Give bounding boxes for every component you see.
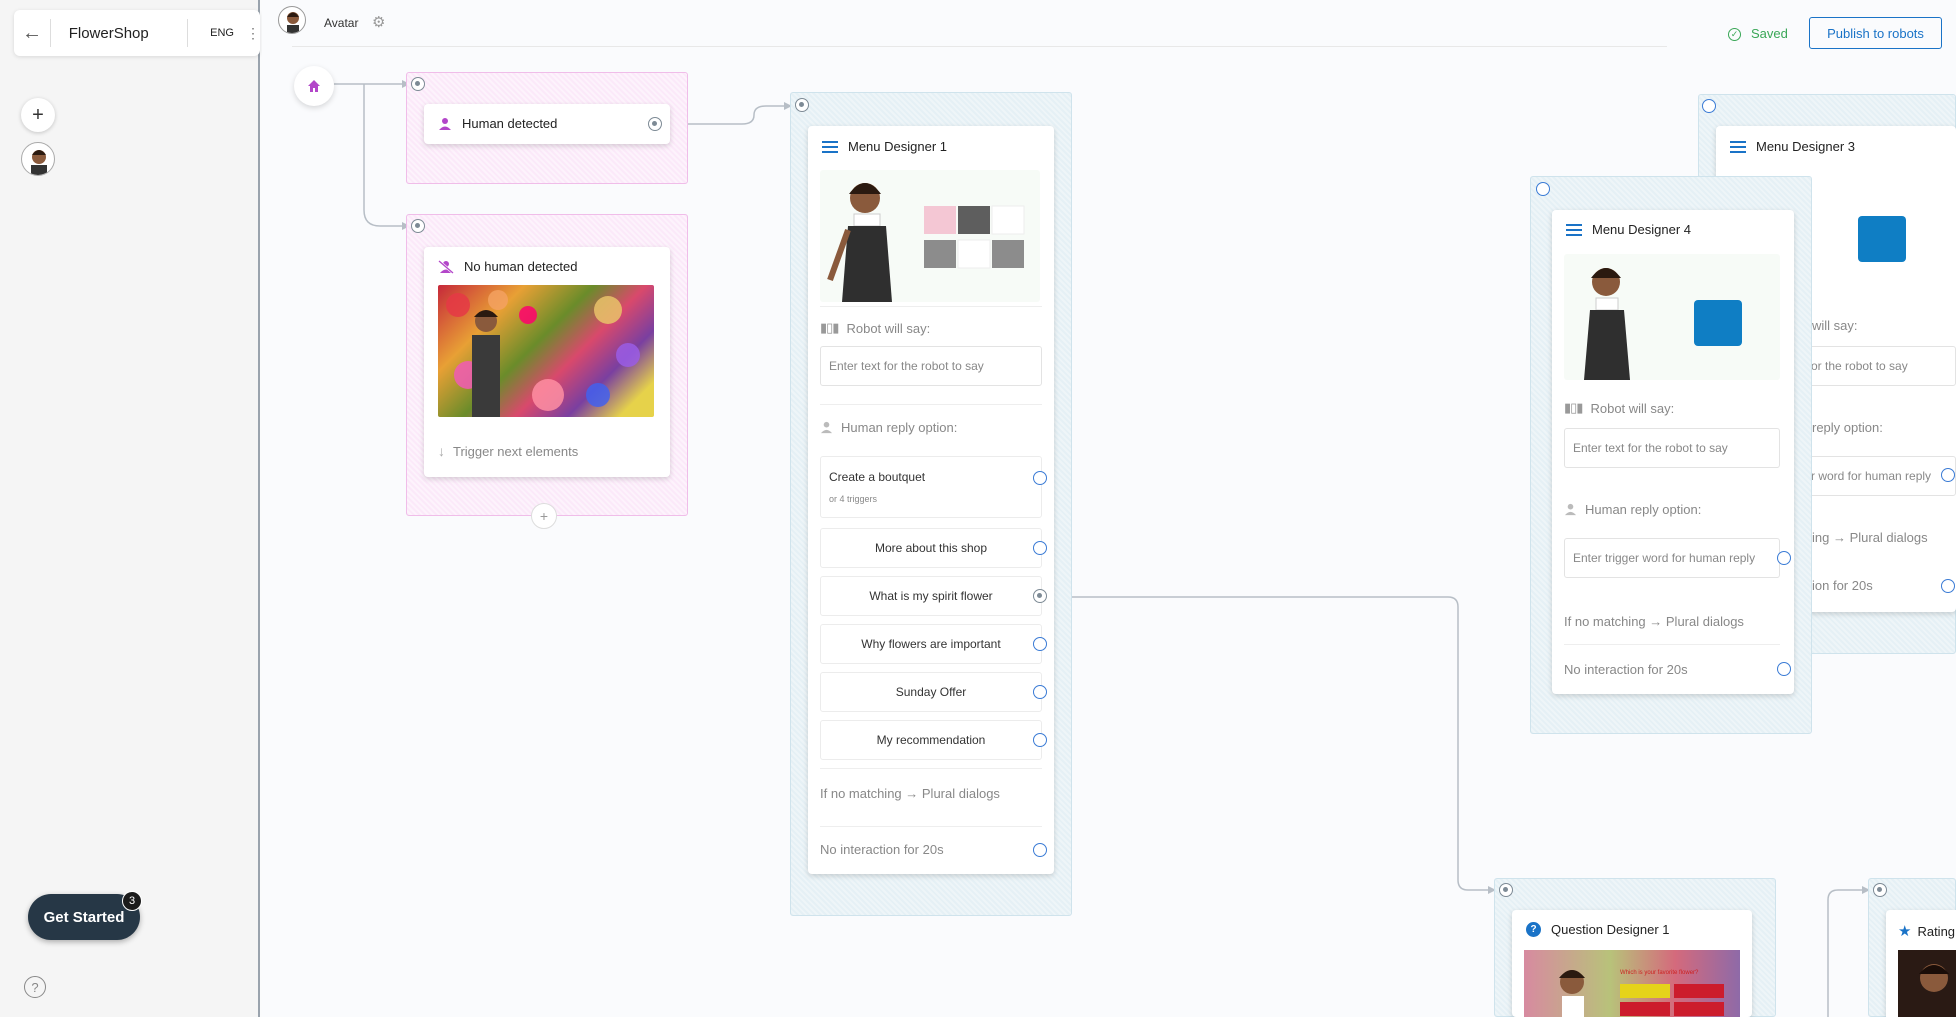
- human-detected-card[interactable]: Human detected: [424, 104, 670, 144]
- reply-option-label: What is my spirit flower: [869, 589, 993, 603]
- output-port[interactable]: [648, 117, 662, 131]
- back-arrow-icon[interactable]: ←: [14, 22, 50, 45]
- question-preview: Which is your favorite flower?: [1524, 950, 1740, 1017]
- language-selector[interactable]: ENG: [188, 27, 234, 39]
- menu4-title: Menu Designer 4: [1592, 222, 1691, 237]
- reply-option-label: Why flowers are important: [861, 637, 1001, 651]
- output-port[interactable]: [1033, 637, 1047, 651]
- output-port[interactable]: [1033, 589, 1047, 603]
- reply-option-label: My recommendation: [876, 733, 986, 747]
- output-port[interactable]: [1941, 468, 1955, 482]
- question-icon: ?: [1526, 922, 1541, 937]
- trigger-next[interactable]: ↓ Trigger next elements: [438, 443, 578, 459]
- output-port[interactable]: [1033, 685, 1047, 699]
- sidebar: + Get Started 3 ?: [0, 0, 260, 1017]
- menu-icon: [1730, 140, 1746, 153]
- human-detected-title: Human detected: [462, 116, 558, 131]
- question1-title: Question Designer 1: [1551, 922, 1670, 937]
- menu4-preview-block: [1694, 300, 1742, 346]
- app-header: ← FlowerShop ENG ⋮: [14, 10, 260, 56]
- no-human-title: No human detected: [464, 259, 578, 274]
- reply-option[interactable]: Create a boutquet or 4 triggers: [820, 456, 1042, 518]
- reply-option[interactable]: What is my spirit flower: [820, 576, 1042, 616]
- reply-option[interactable]: Sunday Offer: [820, 672, 1042, 712]
- flow-canvas[interactable]: Avatar ⚙ ✓ Saved Publish to robots Human…: [262, 0, 1956, 1017]
- no-interaction-label: No interaction for 20s: [1564, 662, 1688, 677]
- menu-designer-1-card[interactable]: Menu Designer 1 ▮▯▮ Robot will say: Ente…: [808, 126, 1054, 874]
- sound-wave-icon: ▮▯▮: [820, 320, 839, 335]
- menu4-preview: [1564, 254, 1780, 380]
- input-port[interactable]: [1873, 883, 1887, 897]
- sound-wave-icon: ▮▯▮: [1564, 400, 1583, 415]
- flower-shop-image: [438, 285, 654, 417]
- no-match-link[interactable]: If no matching → Plural dialogs: [820, 786, 1000, 801]
- output-port[interactable]: [1033, 733, 1047, 747]
- menu3-title: Menu Designer 3: [1756, 139, 1855, 154]
- no-interaction-label: No interaction for 20s: [820, 842, 944, 857]
- app-name: FlowerShop: [68, 24, 149, 42]
- kebab-menu-icon[interactable]: ⋮: [246, 25, 260, 42]
- menu-icon: [822, 140, 838, 153]
- person-icon: [439, 117, 451, 130]
- reply-option-label: Sunday Offer: [895, 685, 967, 699]
- reply-option[interactable]: More about this shop: [820, 528, 1042, 568]
- reply-option-subtext: or 4 triggers: [829, 494, 878, 504]
- input-port[interactable]: [1499, 883, 1513, 897]
- menu1-title: Menu Designer 1: [848, 139, 947, 154]
- help-icon[interactable]: ?: [24, 976, 46, 998]
- human-reply-label: Human reply option:: [820, 420, 957, 435]
- reply-option-label: More about this shop: [874, 541, 988, 555]
- input-port[interactable]: [411, 77, 425, 91]
- robot-say-label: ▮▯▮ Robot will say:: [1564, 400, 1675, 416]
- menu-designer-4-card[interactable]: Menu Designer 4 ▮▯▮ Robot will say: Ente…: [1552, 210, 1794, 694]
- output-port[interactable]: [1033, 471, 1047, 485]
- trigger-next-label: Trigger next elements: [453, 443, 579, 459]
- input-port[interactable]: [795, 98, 809, 112]
- reply-option[interactable]: Why flowers are important: [820, 624, 1042, 664]
- get-started-label: Get Started: [43, 908, 125, 926]
- output-port[interactable]: [1033, 541, 1047, 555]
- menu-icon: [1566, 223, 1582, 236]
- rating-title: Rating: [1917, 923, 1956, 939]
- person-icon: [820, 421, 833, 434]
- avatar-thumb[interactable]: [21, 142, 55, 176]
- star-icon: ★: [1898, 923, 1912, 940]
- trigger-word-input[interactable]: Enter trigger word for human reply: [1564, 538, 1780, 578]
- reply-option[interactable]: My recommendation: [820, 720, 1042, 760]
- human-reply-label: Human reply option:: [1564, 502, 1701, 517]
- output-port[interactable]: [1777, 662, 1791, 676]
- no-person-icon: [438, 259, 454, 274]
- person-icon: [1564, 503, 1577, 516]
- rating-preview: [1898, 950, 1956, 1017]
- input-port[interactable]: [411, 219, 425, 233]
- input-port[interactable]: [1702, 99, 1716, 113]
- robot-say-input[interactable]: Enter text for the robot to say: [1564, 428, 1780, 468]
- home-icon: [308, 80, 320, 92]
- output-port[interactable]: [1033, 843, 1047, 857]
- output-port[interactable]: [1777, 551, 1791, 565]
- output-port[interactable]: [1941, 579, 1955, 593]
- robot-say-label: ▮▯▮ Robot will say:: [820, 320, 931, 336]
- home-node[interactable]: [294, 66, 334, 106]
- reply-option-label: Create a boutquet: [829, 470, 926, 484]
- add-button[interactable]: +: [21, 98, 55, 132]
- add-node-button[interactable]: +: [531, 503, 557, 529]
- rating-card[interactable]: ★ Rating: [1886, 910, 1956, 1017]
- question-designer-1-card[interactable]: ? Question Designer 1 Which is your favo…: [1512, 910, 1752, 1017]
- get-started-badge: 3: [122, 891, 142, 911]
- input-port[interactable]: [1536, 182, 1550, 196]
- no-human-card[interactable]: No human detected ↓ Trigger next element…: [424, 247, 670, 477]
- menu1-preview: [820, 170, 1040, 302]
- question-prompt: Which is your favorite flower?: [1620, 970, 1699, 976]
- robot-say-input[interactable]: Enter text for the robot to say: [820, 346, 1042, 386]
- arrow-down-icon: ↓: [438, 443, 445, 459]
- menu3-preview-block: [1858, 216, 1906, 262]
- no-match-link[interactable]: If no matching → Plural dialogs: [1564, 614, 1744, 629]
